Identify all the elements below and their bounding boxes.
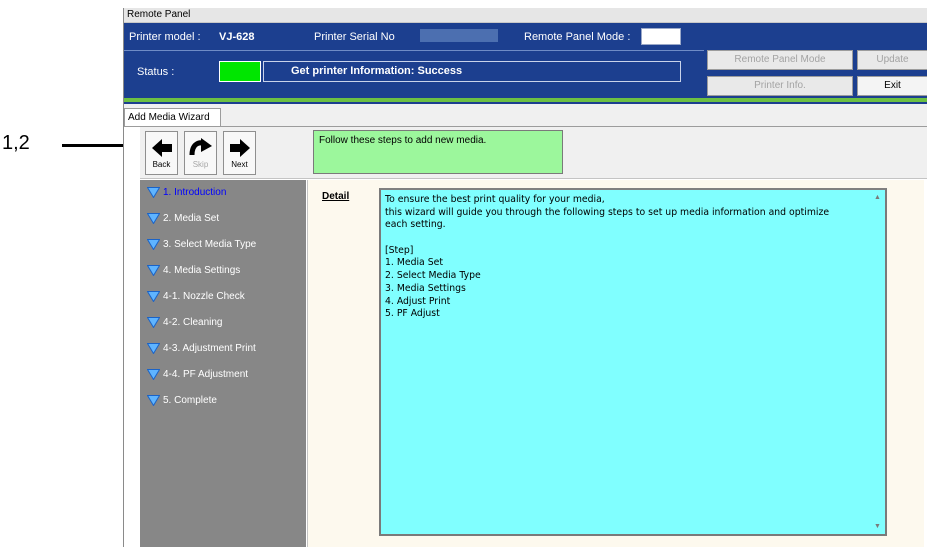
detail-text: To ensure the best print quality for you… [385, 194, 865, 321]
wizard-toolbar: Back Skip Next Follow these steps to add… [140, 127, 927, 179]
triangle-down-icon [147, 238, 160, 250]
triangle-down-icon [147, 368, 160, 380]
detail-panel: Detail To ensure the best print quality … [307, 180, 924, 547]
callout-label: 1,2 [2, 132, 30, 154]
step-select-media-type[interactable]: 3. Select Media Type [147, 237, 256, 253]
status-indicator [219, 61, 261, 82]
serial-value-redacted [420, 29, 498, 42]
step-label: 4-3. Adjustment Print [163, 343, 256, 354]
step-media-settings[interactable]: 4. Media Settings [147, 263, 240, 279]
window-title: Remote Panel [124, 8, 927, 23]
triangle-down-icon [147, 186, 160, 198]
remote-mode-indicator [641, 28, 681, 45]
step-pf-adjustment[interactable]: 4-4. PF Adjustment [147, 367, 248, 383]
next-button[interactable]: Next [223, 131, 256, 175]
status-message: Get printer Information: Success [291, 65, 463, 77]
instruction-box: Follow these steps to add new media. [313, 130, 563, 174]
step-label: 2. Media Set [163, 213, 220, 224]
detail-line [385, 232, 865, 245]
step-label: 3. Select Media Type [163, 239, 257, 250]
step-label: 5. Complete [163, 395, 217, 406]
scroll-down-icon[interactable]: ▼ [874, 523, 881, 530]
next-label: Next [231, 160, 248, 169]
tab-strip: Add Media Wizard [124, 104, 927, 127]
printer-model-label: Printer model : [129, 31, 201, 43]
step-label: 1. Introduction [163, 187, 227, 198]
exit-button[interactable]: Exit [857, 76, 927, 96]
detail-line: 5. PF Adjust [385, 308, 440, 320]
printer-info-button[interactable]: Printer Info. [707, 76, 853, 96]
detail-line: 2. Select Media Type [385, 270, 481, 282]
wizard-steps-list: 1. Introduction 2. Media Set 3. Select M… [140, 180, 306, 547]
step-label: 4. Media Settings [163, 265, 241, 276]
step-complete[interactable]: 5. Complete [147, 393, 217, 409]
detail-line: this wizard will guide you through the f… [385, 206, 830, 218]
detail-text-area[interactable]: To ensure the best print quality for you… [379, 188, 887, 536]
arrow-right-icon [229, 139, 250, 157]
remote-panel-mode-button[interactable]: Remote Panel Mode [707, 50, 853, 70]
wizard-panel: Back Skip Next Follow these steps to add… [124, 126, 927, 547]
printer-model-value: VJ-628 [219, 31, 255, 43]
curved-arrow-icon [189, 138, 212, 156]
step-adjustment-print[interactable]: 4-3. Adjustment Print [147, 341, 256, 357]
triangle-down-icon [147, 316, 160, 328]
remote-mode-label: Remote Panel Mode : [524, 31, 631, 43]
detail-line: 4. Adjust Print [385, 295, 451, 307]
detail-label: Detail [322, 191, 350, 202]
arrow-left-icon [151, 139, 172, 157]
detail-scrollbar[interactable]: ▲ ▼ [871, 190, 885, 534]
step-cleaning[interactable]: 4-2. Cleaning [147, 315, 222, 331]
step-label: 4-4. PF Adjustment [163, 369, 249, 380]
triangle-down-icon [147, 342, 160, 354]
scroll-up-icon[interactable]: ▲ [874, 194, 881, 201]
remote-panel-window: Remote Panel Printer model : VJ-628 Prin… [123, 8, 927, 547]
detail-line: 1. Media Set [385, 257, 443, 269]
update-button[interactable]: Update [857, 50, 927, 70]
detail-line: 3. Media Settings [385, 282, 466, 294]
detail-line: each setting. [385, 219, 446, 231]
triangle-down-icon [147, 290, 160, 302]
skip-label: Skip [192, 160, 209, 169]
serial-label: Printer Serial No [314, 31, 395, 43]
skip-button[interactable]: Skip [184, 131, 217, 175]
step-nozzle-check[interactable]: 4-1. Nozzle Check [147, 289, 245, 305]
step-media-set[interactable]: 2. Media Set [147, 211, 219, 227]
detail-line: [Step] [385, 244, 414, 256]
triangle-down-icon [147, 394, 160, 406]
triangle-down-icon [147, 264, 160, 276]
step-introduction[interactable]: 1. Introduction [147, 185, 226, 201]
detail-line: To ensure the best print quality for you… [385, 194, 605, 205]
back-label: Back [152, 160, 171, 169]
back-button[interactable]: Back [145, 131, 178, 175]
status-label: Status : [137, 66, 175, 78]
printer-header: Printer model : VJ-628 Printer Serial No… [124, 23, 927, 98]
tab-add-media-wizard[interactable]: Add Media Wizard [124, 108, 221, 127]
step-label: 4-2. Cleaning [163, 317, 223, 328]
step-label: 4-1. Nozzle Check [163, 291, 245, 302]
status-message-frame: Get printer Information: Success [263, 61, 681, 82]
triangle-down-icon [147, 212, 160, 224]
